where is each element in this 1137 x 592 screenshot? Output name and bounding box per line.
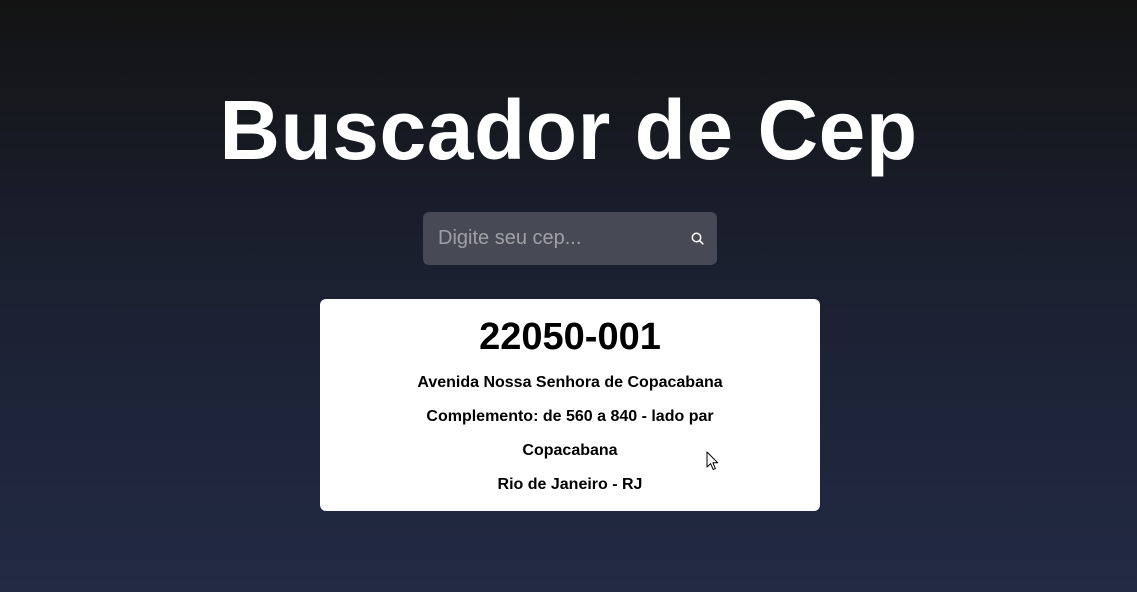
- search-button[interactable]: [685, 226, 709, 250]
- page-title: Buscador de Cep: [219, 83, 918, 177]
- search-box: [423, 212, 717, 265]
- result-card: 22050-001 Avenida Nossa Senhora de Copac…: [320, 299, 820, 511]
- street-text: Avenida Nossa Senhora de Copacabana: [417, 374, 723, 391]
- cep-value: 22050-001: [479, 316, 661, 358]
- city-state-text: Rio de Janeiro - RJ: [497, 476, 643, 493]
- search-icon: [691, 232, 704, 245]
- complement-text: Complemento: de 560 a 840 - lado par: [426, 408, 714, 425]
- cep-search-input[interactable]: [423, 212, 673, 265]
- mouse-cursor-icon: [706, 451, 719, 471]
- neighborhood-text: Copacabana: [522, 442, 618, 459]
